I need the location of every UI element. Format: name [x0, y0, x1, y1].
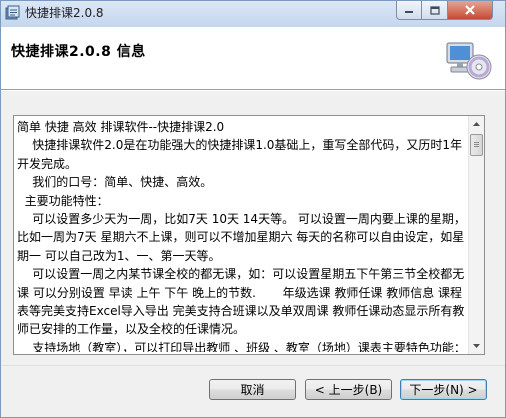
- page-title: 快捷排课2.0.8 信息: [11, 44, 146, 60]
- info-paragraph: 支持场地（教室），可以打印导出教师 、班级 、教室（场地）课表主要特色功能：代课…: [32, 340, 466, 352]
- minimize-icon: [405, 11, 413, 13]
- close-button[interactable]: [448, 1, 493, 20]
- title-bar[interactable]: 快捷排课2.0.8: [1, 1, 505, 28]
- header-divider: [1, 90, 505, 91]
- computer-cd-icon: [445, 41, 493, 81]
- scroll-up-icon: [473, 122, 480, 126]
- scroll-down-icon: [473, 344, 480, 348]
- next-button[interactable]: 下一步(N) >: [400, 379, 487, 400]
- grip-line: [474, 146, 479, 147]
- installer-window: 快捷排课2.0.8 快捷排课2.0.8 信息 简单 快捷 高效 排课软件--快捷…: [0, 0, 506, 418]
- window-title: 快捷排课2.0.8: [25, 6, 104, 20]
- back-button[interactable]: < 上一步(B): [305, 379, 392, 400]
- info-textbox[interactable]: 简单 快捷 高效 排课软件--快捷排课2.0 快捷排课软件2.0是在功能强大的快…: [13, 115, 485, 355]
- app-icon: [5, 5, 21, 21]
- scroll-thumb[interactable]: [470, 134, 483, 156]
- scroll-down-button[interactable]: [469, 338, 484, 354]
- info-paragraph: 可以设置多少天为一周，比如7天 10天 14天等。 可以设置一周内要上课的星期，…: [17, 212, 466, 263]
- minimize-button[interactable]: [396, 1, 422, 20]
- wizard-header: 快捷排课2.0.8 信息: [1, 27, 505, 90]
- grip-line: [474, 144, 479, 145]
- info-text: 简单 快捷 高效 排课软件--快捷排课2.0 快捷排课软件2.0是在功能强大的快…: [17, 118, 468, 352]
- close-icon: [465, 5, 475, 15]
- info-paragraph: 简单 快捷 高效 排课软件--快捷排课2.0: [17, 120, 225, 134]
- maximize-icon: [429, 5, 440, 15]
- grip-line: [474, 142, 479, 143]
- scroll-up-button[interactable]: [469, 116, 484, 132]
- info-paragraph: 可以设置一周之内某节课全校的都无课，如：可以设置星期五下午第三节全校都无课 可以…: [17, 267, 465, 337]
- maximize-button[interactable]: [422, 1, 448, 20]
- info-paragraph: 我们的口号：简单、快捷、高效。: [17, 175, 213, 190]
- info-paragraph: 快捷排课软件2.0是在功能强大的快捷排课1.0基础上，重写全部代码，又历时1年开…: [17, 138, 463, 171]
- vertical-scrollbar[interactable]: [468, 116, 484, 354]
- info-paragraph: 主要功能特性：: [17, 193, 109, 208]
- footer-divider: [1, 365, 505, 366]
- cancel-button[interactable]: 取消: [209, 379, 296, 400]
